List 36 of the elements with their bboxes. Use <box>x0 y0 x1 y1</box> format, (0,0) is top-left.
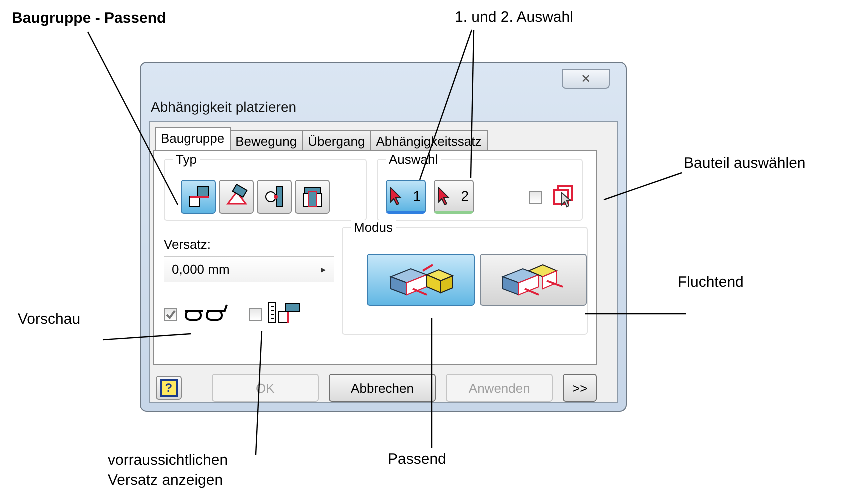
pointer-icon <box>389 187 403 205</box>
dialog-button[interactable]: >> <box>563 374 598 402</box>
mode-button[interactable] <box>480 254 587 306</box>
tab[interactable]: Bewegung <box>230 130 304 150</box>
annotation-label: Fluchtend <box>678 273 744 293</box>
glasses-icon <box>183 303 229 323</box>
group-label: Typ <box>173 152 200 167</box>
annotation-label: 1. und 2. Auswahl <box>455 8 574 28</box>
offset-preview-icon <box>268 302 302 324</box>
checkbox[interactable] <box>249 308 262 321</box>
constraint-type-button[interactable] <box>181 180 216 214</box>
check-icon <box>166 310 176 320</box>
window-title: Abhängigkeit platzieren <box>150 99 297 117</box>
part-pick-icon <box>552 184 576 208</box>
checkbox[interactable] <box>164 308 177 321</box>
annotation-label: Vorschau <box>18 310 81 330</box>
dialog-button[interactable]: Abbrechen <box>328 374 436 402</box>
help-button[interactable]: ? <box>156 376 182 400</box>
annotation-label: Passend <box>388 450 446 470</box>
constraint-type-button[interactable] <box>219 180 254 214</box>
mode-button[interactable] <box>367 254 474 306</box>
checkbox[interactable] <box>529 190 542 204</box>
annotation-label: Bauteil auswählen <box>684 154 806 174</box>
close-button[interactable]: ✕ <box>562 69 610 89</box>
field-label: Versatz: <box>164 237 212 252</box>
annotation-label: vorraussichtlichen Versatz anzeigen <box>108 451 230 491</box>
tab[interactable]: Übergang <box>302 130 372 150</box>
tab[interactable]: Baugruppe <box>155 127 231 150</box>
annotation-label: Baugruppe - Passend <box>12 9 166 29</box>
constraint-type-button[interactable] <box>257 180 292 214</box>
constraint-type-button[interactable] <box>295 180 330 214</box>
selection-button[interactable]: 1 <box>386 180 426 214</box>
offset-field[interactable]: 0,000 mm ▸ <box>164 256 334 282</box>
pointer-icon <box>437 187 451 205</box>
group-label: Modus <box>351 220 396 235</box>
selection-button[interactable]: 2 <box>434 180 474 214</box>
